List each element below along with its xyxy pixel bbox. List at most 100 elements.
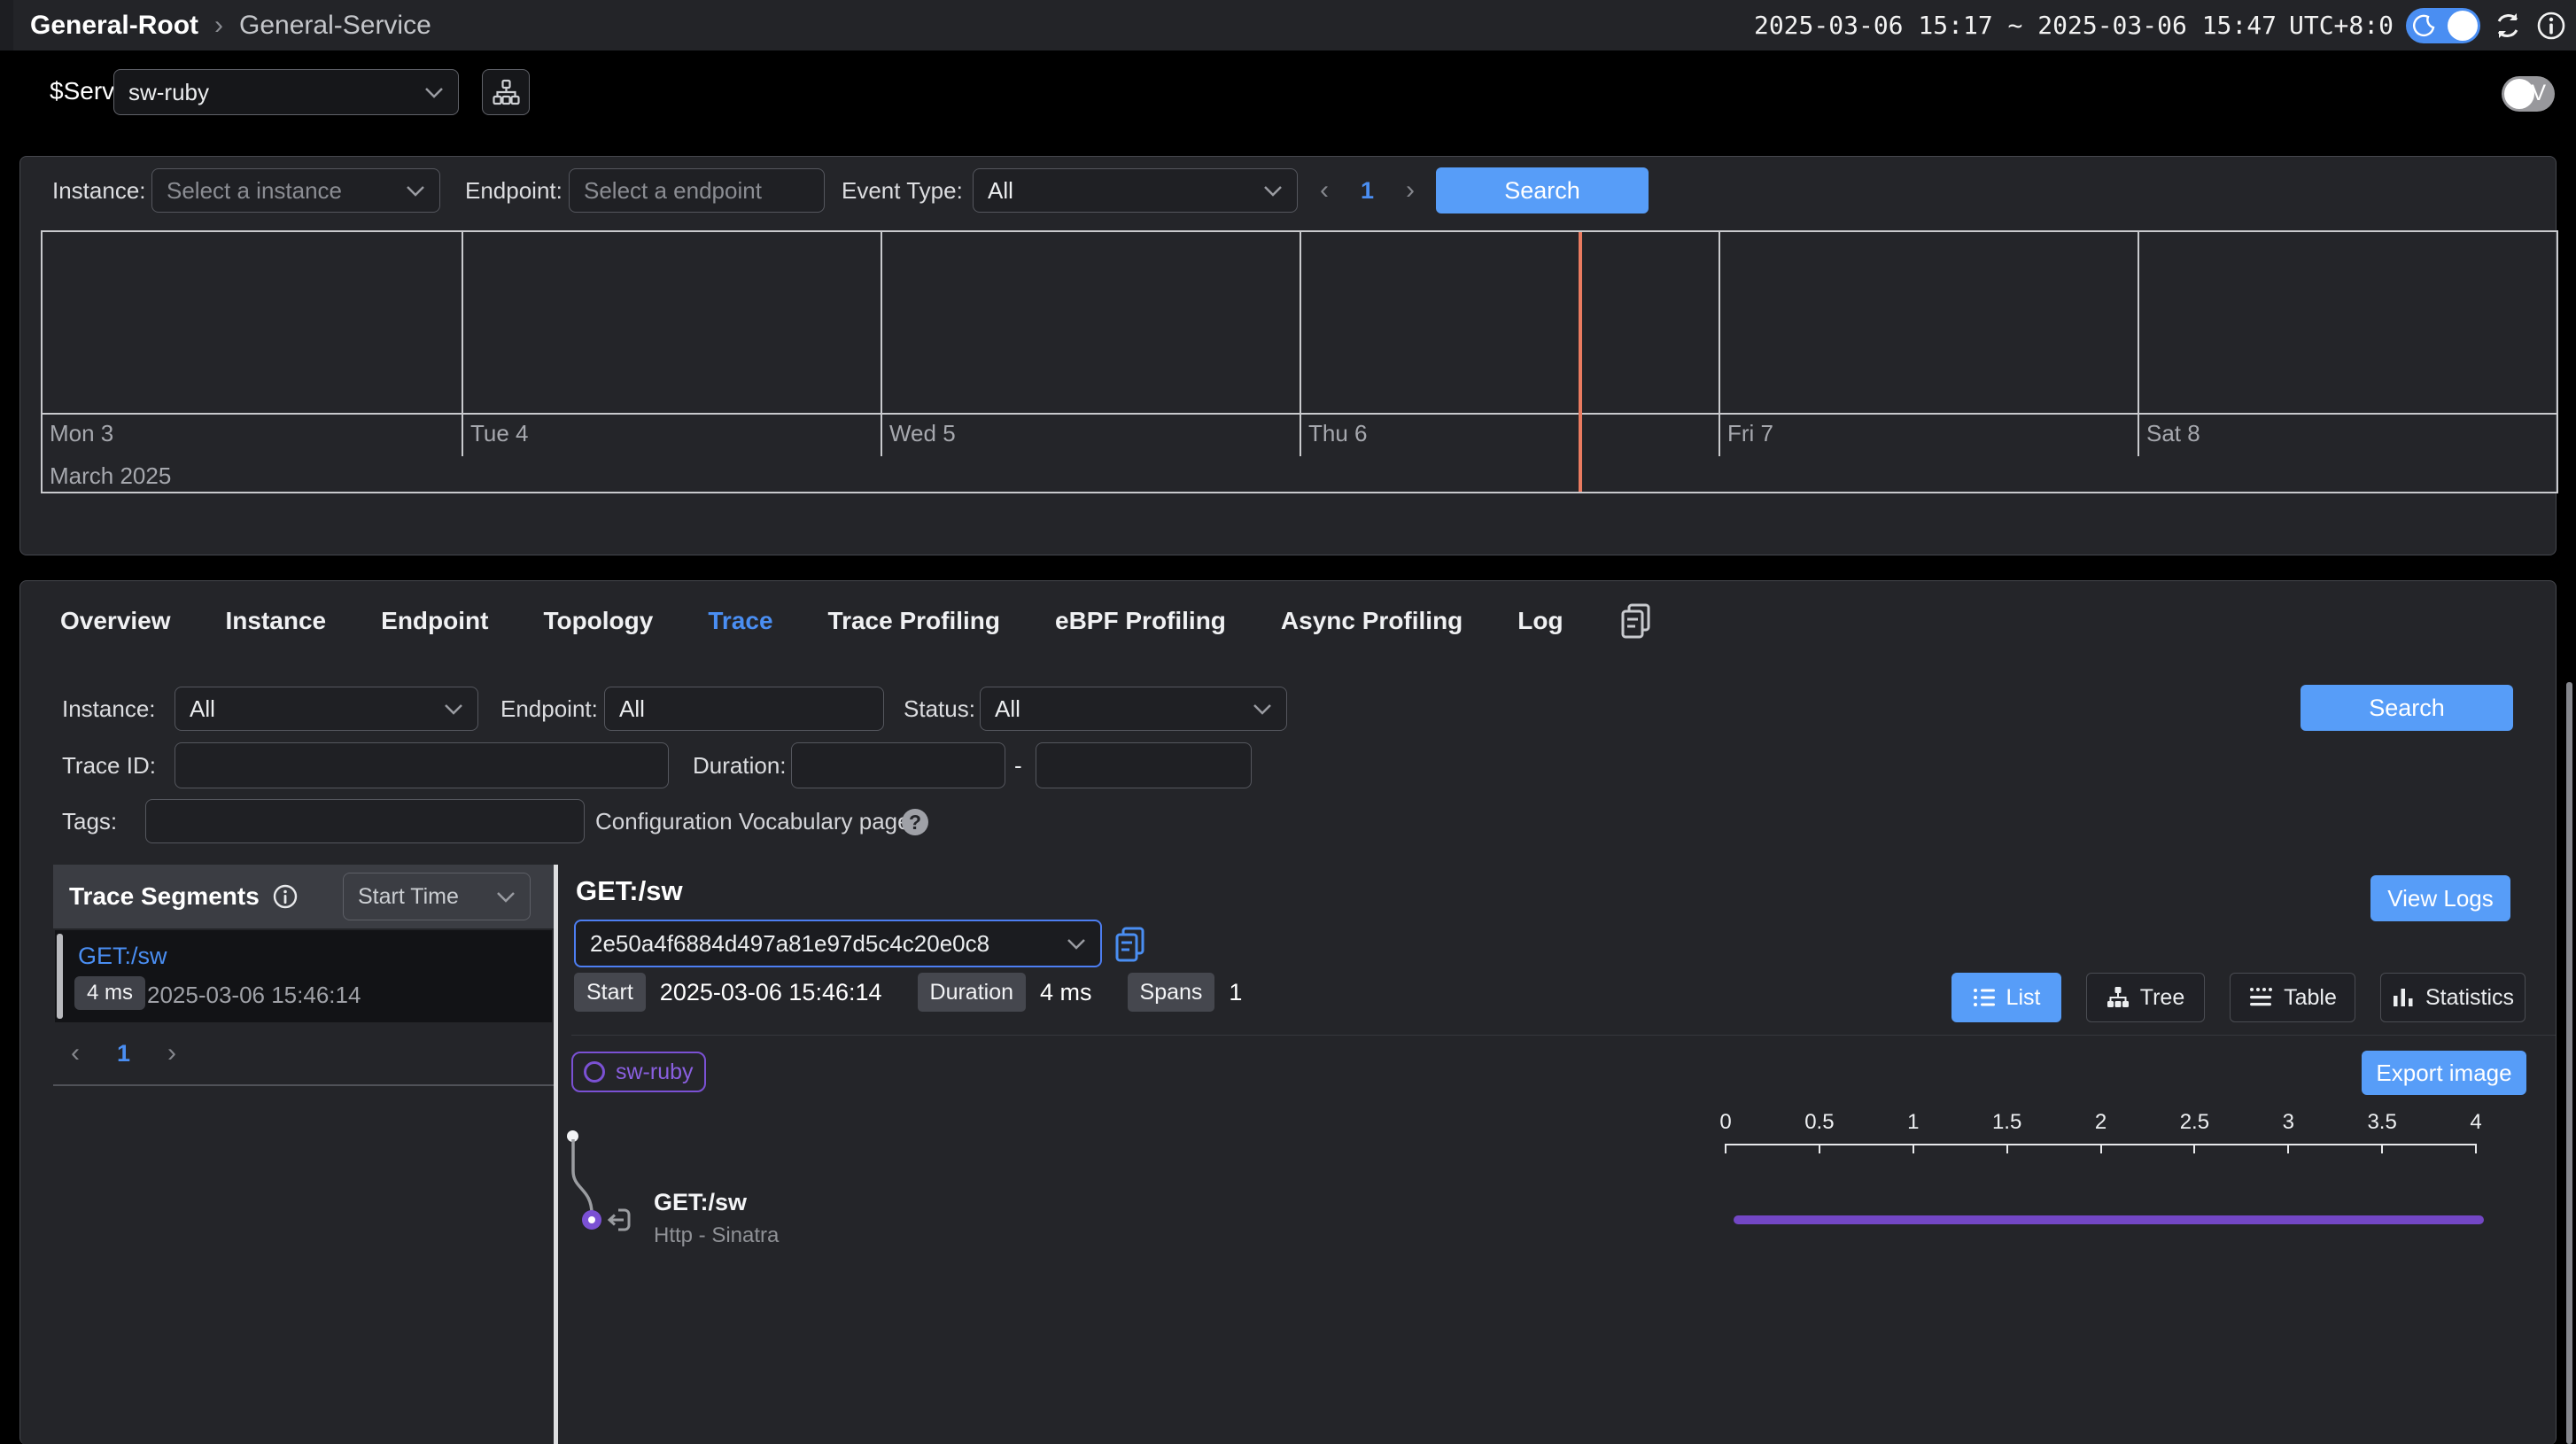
span-entry-icon — [606, 1207, 632, 1233]
refresh-icon[interactable] — [2493, 11, 2523, 41]
panel-splitter[interactable] — [554, 865, 558, 1444]
day-divider — [881, 232, 882, 456]
filter-instance-value: All — [190, 695, 215, 723]
segment-duration-badge: 4 ms — [74, 976, 145, 1010]
filter-status-value: All — [995, 695, 1020, 723]
event-type-select[interactable]: All — [973, 168, 1298, 213]
dark-mode-toggle[interactable] — [2406, 8, 2480, 43]
help-icon[interactable]: ? — [902, 809, 928, 835]
toggle-knob — [2448, 11, 2478, 41]
next-page-icon[interactable]: › — [167, 1038, 176, 1068]
tab-trace-profiling[interactable]: Trace Profiling — [828, 607, 1001, 635]
page-scrollbar[interactable] — [2566, 682, 2572, 1444]
view-list-button[interactable]: List — [1951, 973, 2061, 1022]
segments-sort-select[interactable]: Start Time — [343, 873, 531, 920]
tab-log[interactable]: Log — [1517, 607, 1563, 635]
export-image-button[interactable]: Export image — [2362, 1051, 2526, 1095]
tab-instance[interactable]: Instance — [226, 607, 327, 635]
event-instance-select[interactable]: Select a instance — [151, 168, 440, 213]
duration-value: 4 ms — [1040, 979, 1092, 1006]
filter-traceid-label: Trace ID: — [62, 742, 156, 788]
view-tree-button[interactable]: Tree — [2086, 973, 2205, 1022]
tab-trace[interactable]: Trace — [708, 607, 772, 635]
day-label: Thu 6 — [1308, 420, 1368, 447]
breadcrumb-root[interactable]: General-Root — [30, 11, 198, 41]
filter-endpoint-input[interactable] — [604, 687, 884, 731]
main-tabs: Overview Instance Endpoint Topology Trac… — [60, 595, 1654, 647]
copy-trace-id-icon[interactable] — [1113, 925, 1148, 964]
detail-separator — [571, 1035, 2556, 1036]
filter-tags-label: Tags: — [62, 799, 117, 843]
axis-tick-label: 3.5 — [2367, 1110, 2396, 1135]
tab-endpoint[interactable]: Endpoint — [381, 607, 488, 635]
segment-endpoint[interactable]: GET:/sw — [78, 943, 167, 970]
spans-pill: Spans — [1128, 973, 1215, 1012]
service-topology-button[interactable] — [482, 69, 530, 115]
day-label: Wed 5 — [889, 420, 956, 447]
segments-sort-value: Start Time — [358, 884, 459, 910]
filter-duration-max-input[interactable] — [1036, 742, 1252, 788]
prev-page-icon[interactable]: ‹ — [71, 1038, 80, 1068]
day-label: Tue 4 — [470, 420, 529, 447]
segments-title: Trace Segments — [69, 882, 260, 911]
view-logs-button[interactable]: View Logs — [2370, 875, 2510, 921]
trace-id-select[interactable]: 2e50a4f6884d497a81e97d5c4c20e0c8 — [574, 920, 1102, 967]
vocabulary-link[interactable]: Configuration Vocabulary page — [595, 799, 911, 843]
event-page-number[interactable]: 1 — [1361, 177, 1374, 205]
tab-async-profiling[interactable]: Async Profiling — [1281, 607, 1463, 635]
chevron-down-icon — [1067, 938, 1086, 950]
filter-duration-min-input[interactable] — [791, 742, 1005, 788]
trace-meta-row: Start 2025-03-06 15:46:14 Duration 4 ms … — [574, 973, 1242, 1012]
segment-scrollbar[interactable] — [57, 934, 63, 1019]
breadcrumb-current: General-Service — [239, 11, 431, 41]
service-select-value: sw-ruby — [128, 79, 209, 106]
view-list-label: List — [2006, 985, 2041, 1011]
event-type-value: All — [988, 177, 1013, 205]
filter-instance-select[interactable]: All — [175, 687, 478, 731]
axis-tick-label: 0.5 — [1804, 1110, 1834, 1135]
tab-topology[interactable]: Topology — [543, 607, 653, 635]
tab-overview[interactable]: Overview — [60, 607, 171, 635]
filter-status-select[interactable]: All — [980, 687, 1287, 731]
span-duration-bar[interactable] — [1734, 1215, 2484, 1224]
duration-dash: - — [1014, 742, 1022, 788]
event-endpoint-label: Endpoint: — [465, 168, 563, 213]
skywalking-app: General-Root › General-Service 2025-03-0… — [0, 0, 2576, 1444]
axis-tick-label: 3 — [2283, 1110, 2294, 1135]
info-icon[interactable] — [2535, 10, 2567, 42]
day-label: Mon 3 — [50, 420, 113, 447]
axis-tick-label: 1.5 — [1992, 1110, 2021, 1135]
segments-page-number[interactable]: 1 — [117, 1040, 130, 1067]
filter-traceid-input[interactable] — [175, 742, 669, 788]
filter-tags-input[interactable] — [145, 799, 585, 843]
version-toggle[interactable]: V — [2502, 76, 2555, 112]
axis-tick-label: 0 — [1719, 1110, 1731, 1135]
service-tag[interactable]: sw-ruby — [571, 1052, 706, 1092]
axis-tick-label: 2.5 — [2180, 1110, 2209, 1135]
span-time-axis: 0 0.5 1 1.5 2 2.5 3 3.5 4 — [1726, 1110, 2476, 1156]
copy-dashboard-icon[interactable] — [1618, 602, 1654, 640]
chevron-down-icon — [1263, 185, 1283, 197]
span-name[interactable]: GET:/sw — [654, 1189, 747, 1216]
trace-search-button[interactable]: Search — [2301, 685, 2513, 731]
view-table-button[interactable]: Table — [2230, 973, 2355, 1022]
event-timeline-chart[interactable]: Mon 3 Tue 4 Wed 5 Thu 6 Fri 7 Sat 8 Marc… — [41, 230, 2558, 493]
event-search-button[interactable]: Search — [1436, 167, 1649, 213]
tab-ebpf-profiling[interactable]: eBPF Profiling — [1055, 607, 1226, 635]
span-node-dot[interactable] — [582, 1210, 601, 1230]
tree-icon — [2107, 986, 2130, 1009]
segments-info-icon[interactable] — [272, 883, 299, 910]
event-instance-placeholder: Select a instance — [167, 177, 342, 205]
view-statistics-button[interactable]: Statistics — [2380, 973, 2526, 1022]
segment-list-item[interactable]: GET:/sw 4 ms 2025-03-06 15:46:14 — [55, 930, 552, 1022]
current-time-marker — [1579, 232, 1582, 492]
prev-page-icon[interactable]: ‹ — [1320, 175, 1329, 206]
time-range[interactable]: 2025-03-06 15:17 ~ 2025-03-06 15:47 — [1754, 11, 2277, 40]
table-icon — [2248, 987, 2273, 1008]
next-page-icon[interactable]: › — [1406, 175, 1415, 206]
day-label: Sat 8 — [2146, 420, 2200, 447]
event-endpoint-input[interactable] — [569, 168, 825, 213]
service-select[interactable]: sw-ruby — [113, 69, 459, 115]
segments-pagination: ‹ 1 › — [53, 1022, 554, 1086]
chevron-down-icon — [406, 185, 425, 197]
